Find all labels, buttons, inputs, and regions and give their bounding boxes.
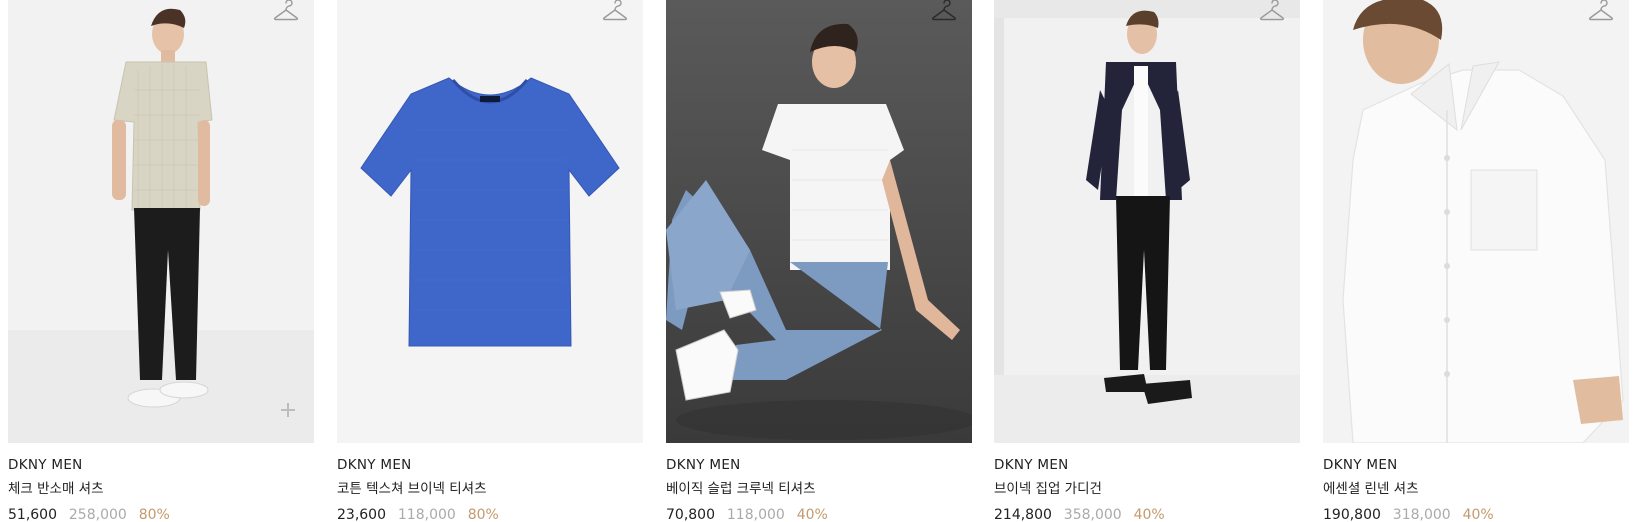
product-name[interactable]: 브이넥 집업 가디건 [994,479,1300,499]
original-price: 118,000 [726,507,785,522]
original-price: 318,000 [1392,507,1451,522]
sale-price: 51,600 [8,507,57,522]
brand-label[interactable]: DKNY MEN [1323,455,1629,475]
discount-rate: 40% [1133,507,1165,522]
product-image[interactable] [8,0,314,443]
price-row: 214,800 358,000 40% [994,503,1300,522]
product-card[interactable]: DKNY MEN 브이넥 집업 가디건 214,800 358,000 40% [994,0,1300,522]
sale-price: 70,800 [666,507,715,522]
sale-price: 190,800 [1323,507,1381,522]
original-price: 118,000 [397,507,456,522]
brand-label[interactable]: DKNY MEN [994,455,1300,475]
model-check-shirt-image [8,0,314,443]
hanger-icon[interactable] [272,0,300,24]
product-image[interactable] [1323,0,1629,443]
hanger-icon[interactable] [930,0,958,24]
discount-rate: 80% [467,507,499,522]
original-price: 358,000 [1063,507,1122,522]
brand-label[interactable]: DKNY MEN [666,455,972,475]
sale-price: 214,800 [994,507,1052,522]
hanger-icon[interactable] [601,0,629,24]
product-image[interactable] [994,0,1300,443]
product-name[interactable]: 코튼 텍스쳐 브이넥 티셔츠 [337,479,643,499]
price-row: 70,800 118,000 40% [666,503,972,522]
plus-icon[interactable] [280,402,296,418]
product-info: DKNY MEN 에센셜 린넨 셔츠 190,800 318,000 40% [1323,443,1629,522]
price-row: 51,600 258,000 80% [8,503,314,522]
product-name[interactable]: 베이직 슬럽 크루넥 티셔츠 [666,479,972,499]
brand-label[interactable]: DKNY MEN [337,455,643,475]
product-image[interactable] [337,0,643,443]
discount-rate: 40% [1462,507,1494,522]
model-cardigan-image [994,0,1300,443]
price-row: 190,800 318,000 40% [1323,503,1629,522]
product-grid: DKNY MEN 체크 반소매 셔츠 51,600 258,000 80% DK… [0,0,1633,522]
brand-label[interactable]: DKNY MEN [8,455,314,475]
model-linen-shirt-image [1323,0,1629,443]
product-card[interactable]: DKNY MEN 코튼 텍스쳐 브이넥 티셔츠 23,600 118,000 8… [337,0,643,522]
discount-rate: 80% [138,507,170,522]
product-info: DKNY MEN 체크 반소매 셔츠 51,600 258,000 80% [8,443,314,522]
discount-rate: 40% [796,507,828,522]
product-name[interactable]: 체크 반소매 셔츠 [8,479,314,499]
hanger-icon[interactable] [1587,0,1615,24]
sale-price: 23,600 [337,507,386,522]
product-name[interactable]: 에센셜 린넨 셔츠 [1323,479,1629,499]
product-card[interactable]: DKNY MEN 베이직 슬럽 크루넥 티셔츠 70,800 118,000 4… [666,0,972,522]
product-image[interactable] [666,0,972,443]
product-info: DKNY MEN 브이넥 집업 가디건 214,800 358,000 40% [994,443,1300,522]
product-card[interactable]: DKNY MEN 에센셜 린넨 셔츠 190,800 318,000 40% [1323,0,1629,522]
price-row: 23,600 118,000 80% [337,503,643,522]
product-info: DKNY MEN 베이직 슬럽 크루넥 티셔츠 70,800 118,000 4… [666,443,972,522]
blue-vneck-tshirt-image [337,0,643,443]
model-crewneck-tshirt-image [666,0,972,443]
product-card[interactable]: DKNY MEN 체크 반소매 셔츠 51,600 258,000 80% [8,0,314,522]
hanger-icon[interactable] [1258,0,1286,24]
product-info: DKNY MEN 코튼 텍스쳐 브이넥 티셔츠 23,600 118,000 8… [337,443,643,522]
original-price: 258,000 [68,507,127,522]
